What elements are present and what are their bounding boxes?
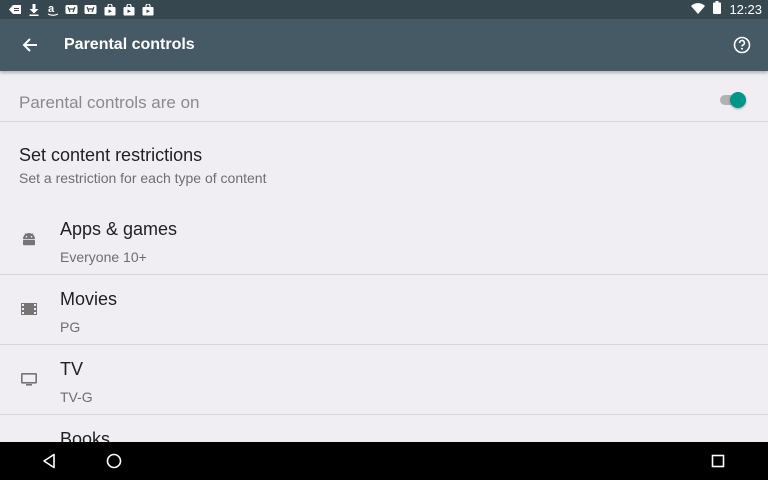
parental-controls-status-label: Parental controls are on [19, 93, 200, 112]
navigation-bar [0, 442, 768, 480]
list-item-apps-games[interactable]: Apps & games Everyone 10+ [0, 205, 768, 275]
item-title: Movies [60, 289, 118, 309]
nav-recents-icon[interactable] [708, 451, 728, 471]
svg-text:a: a [48, 3, 55, 15]
status-clock: 12:23 [729, 2, 762, 17]
section-subtitle: Set a restriction for each type of conte… [19, 170, 267, 186]
parental-controls-toggle[interactable] [720, 91, 748, 109]
content-restrictions-header: Set content restrictions Set a restricti… [0, 123, 768, 193]
download-icon [27, 3, 40, 16]
nav-home-icon[interactable] [104, 451, 124, 471]
app-bar: Parental controls [0, 19, 768, 71]
wifi-icon [691, 1, 706, 19]
list-item-movies[interactable]: Movies PG [0, 275, 768, 345]
toggle-thumb [730, 92, 746, 108]
section-title: Set content restrictions [19, 145, 203, 165]
list-item-tv[interactable]: TV TV-G [0, 345, 768, 415]
gamepad-icon [84, 3, 97, 16]
android-icon [20, 231, 38, 247]
page-title: Parental controls [64, 36, 195, 53]
arrow-back-icon[interactable] [18, 33, 42, 57]
gamepad-icon [65, 3, 78, 16]
shop-icon [122, 3, 135, 16]
film-icon [20, 301, 38, 317]
nav-back-icon[interactable] [39, 451, 59, 471]
parental-controls-switch-row[interactable]: Parental controls are on [0, 71, 768, 122]
battery-icon [713, 0, 722, 19]
tv-icon [20, 371, 38, 387]
list-item-books[interactable]: Books [0, 415, 768, 442]
notification-icon [8, 3, 21, 16]
item-subtitle: PG [60, 319, 81, 335]
notification-icons: a [8, 2, 154, 17]
help-icon[interactable] [732, 35, 752, 55]
status-bar: a 12:23 [0, 0, 768, 19]
amazon-icon: a [46, 3, 59, 16]
shop-icon [103, 3, 116, 16]
item-title: Apps & games [60, 219, 178, 239]
item-title: TV [60, 359, 84, 379]
item-subtitle: TV-G [60, 389, 93, 405]
item-subtitle: Everyone 10+ [60, 249, 147, 265]
shop-icon [141, 3, 154, 16]
item-title: Books [60, 429, 111, 442]
settings-content: Parental controls are on Set content res… [0, 71, 768, 442]
